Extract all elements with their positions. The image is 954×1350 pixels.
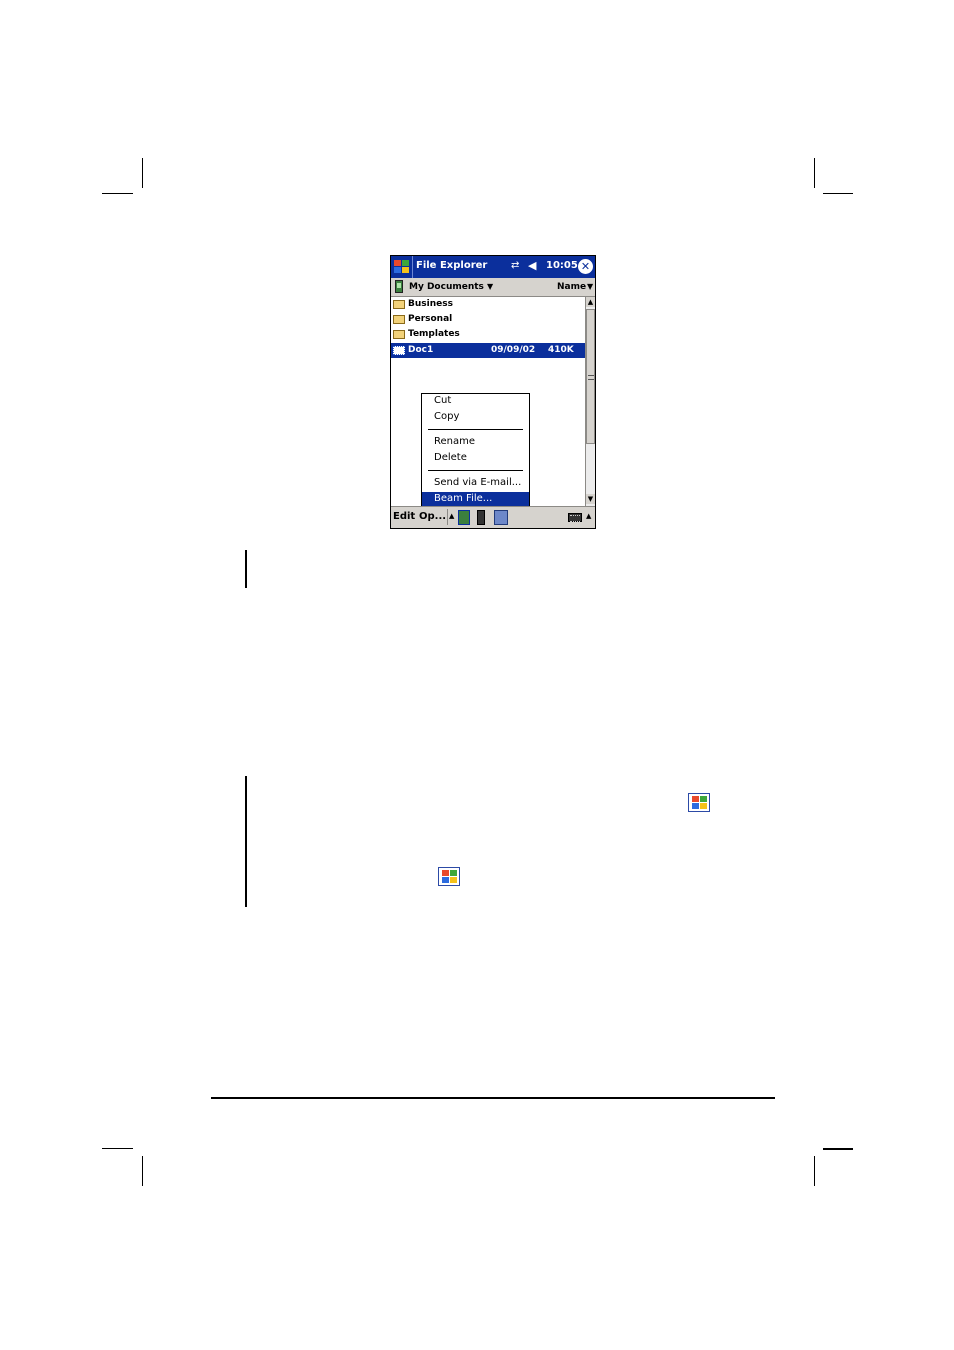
start-menu-icon bbox=[688, 793, 710, 812]
crop-mark-tr-h bbox=[823, 193, 853, 194]
chevron-down-icon[interactable]: ▼ bbox=[487, 282, 493, 291]
folder-icon bbox=[393, 315, 405, 324]
scrollbar-thumb[interactable] bbox=[586, 309, 595, 444]
close-button[interactable]: ✕ bbox=[578, 259, 593, 274]
grip-icon bbox=[588, 375, 594, 380]
sort-dropdown[interactable]: Name bbox=[557, 282, 586, 292]
menu-item-cut[interactable]: Cut bbox=[422, 394, 529, 409]
pocket-pc-screen: File Explorer ⇄ ◀ 10:05 ✕ My Documents ▼… bbox=[390, 255, 596, 529]
vertical-scrollbar[interactable]: ▲ ▼ bbox=[585, 297, 595, 506]
crop-mark-tr-v bbox=[814, 158, 815, 188]
list-item-business[interactable]: Business bbox=[391, 297, 585, 312]
folder-bar: My Documents ▼ Name ▼ bbox=[391, 278, 595, 297]
connectivity-icon[interactable]: ⇄ bbox=[511, 260, 519, 271]
keyboard-icon[interactable] bbox=[568, 513, 582, 522]
device-memory-icon[interactable] bbox=[477, 510, 485, 525]
menu-item-send-via-email[interactable]: Send via E-mail... bbox=[422, 476, 529, 491]
folder-icon bbox=[393, 330, 405, 339]
list-item-label: Templates bbox=[408, 329, 460, 339]
command-bar-divider bbox=[447, 509, 448, 525]
scroll-down-icon[interactable]: ▼ bbox=[586, 494, 595, 504]
clock[interactable]: 10:05 bbox=[546, 260, 578, 271]
menu-item-rename[interactable]: Rename bbox=[422, 435, 529, 450]
menu-item-copy[interactable]: Copy bbox=[422, 410, 529, 425]
menu-divider bbox=[428, 429, 523, 430]
context-menu: Cut Copy Rename Delete Send via E-mail..… bbox=[421, 393, 530, 509]
device-icon bbox=[395, 280, 403, 293]
list-item-label: Personal bbox=[408, 314, 453, 324]
crop-mark-bl-h bbox=[102, 1148, 133, 1149]
windows-flag-icon bbox=[394, 260, 410, 274]
input-panel-up-icon[interactable]: ▲ bbox=[586, 512, 591, 520]
list-item-label: Doc1 bbox=[408, 345, 434, 355]
chevron-down-icon[interactable]: ▼ bbox=[587, 282, 593, 291]
folder-dropdown[interactable]: My Documents bbox=[409, 282, 484, 292]
list-item-label: Business bbox=[408, 299, 453, 309]
scroll-up-icon[interactable]: ▲ bbox=[586, 297, 595, 307]
storage-card-icon[interactable] bbox=[458, 510, 470, 525]
menu-divider bbox=[428, 470, 523, 471]
footer-rule bbox=[211, 1097, 775, 1099]
change-bar-2 bbox=[245, 776, 247, 907]
crop-mark-bl-v bbox=[142, 1156, 143, 1186]
crop-mark-br-h bbox=[823, 1148, 853, 1150]
title-bar: File Explorer ⇄ ◀ 10:05 ✕ bbox=[391, 256, 595, 278]
start-button[interactable] bbox=[391, 256, 413, 278]
network-share-icon[interactable] bbox=[494, 510, 508, 525]
folder-icon bbox=[393, 300, 405, 309]
crop-mark-tl-v bbox=[142, 158, 143, 188]
list-item-templates[interactable]: Templates bbox=[391, 327, 585, 342]
toolbar-up-icon[interactable]: ▲ bbox=[449, 512, 454, 520]
list-item-personal[interactable]: Personal bbox=[391, 312, 585, 327]
file-date: 09/09/02 bbox=[491, 345, 536, 355]
menu-item-beam-file[interactable]: Beam File... bbox=[422, 492, 529, 507]
open-menu-button[interactable]: Op... bbox=[419, 511, 446, 522]
file-list: Business Personal Templates Doc1 09/09/0… bbox=[391, 297, 585, 509]
document-icon bbox=[393, 346, 405, 355]
change-bar-1 bbox=[245, 550, 247, 588]
window-title: File Explorer bbox=[416, 260, 488, 271]
command-bar: Edit Op... ▲ ▲ bbox=[391, 506, 595, 528]
file-size: 410K bbox=[548, 345, 574, 355]
start-menu-icon bbox=[438, 867, 460, 886]
speaker-mute-icon[interactable]: ◀ bbox=[528, 259, 536, 272]
list-item-doc1[interactable]: Doc1 09/09/02 410K bbox=[391, 343, 585, 358]
crop-mark-tl-h bbox=[102, 193, 133, 194]
menu-item-delete[interactable]: Delete bbox=[422, 451, 529, 466]
edit-menu-button[interactable]: Edit bbox=[393, 511, 415, 522]
crop-mark-br-v bbox=[814, 1156, 815, 1186]
